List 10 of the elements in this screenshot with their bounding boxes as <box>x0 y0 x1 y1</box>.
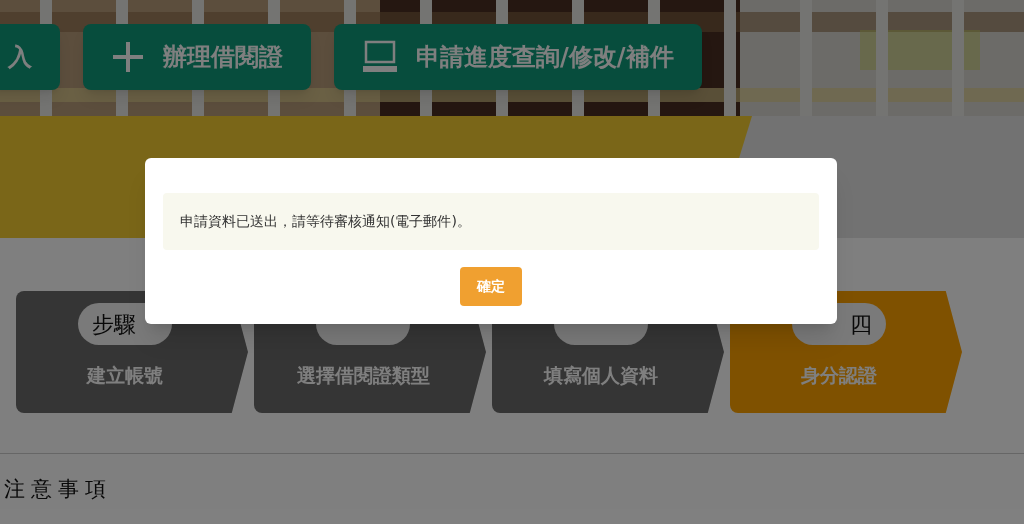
nav-button[interactable]: 申請進度查詢/修改/補件 <box>334 24 702 90</box>
step-title: 選擇借閱證類型 <box>296 363 430 388</box>
dialog-message: 申請資料已送出，請等待審核通知(電子郵件)。 <box>180 212 471 231</box>
notice-heading: 注意事項 <box>4 476 113 503</box>
step-title: 填寫個人資料 <box>544 363 658 388</box>
step-title: 身分認證 <box>801 363 877 388</box>
step-title: 建立帳號 <box>87 363 163 388</box>
nav-button[interactable]: 入 <box>0 24 60 90</box>
nav-button[interactable]: 辦理借閱證 <box>83 24 311 90</box>
confirm-button[interactable]: 確定 <box>460 267 522 306</box>
